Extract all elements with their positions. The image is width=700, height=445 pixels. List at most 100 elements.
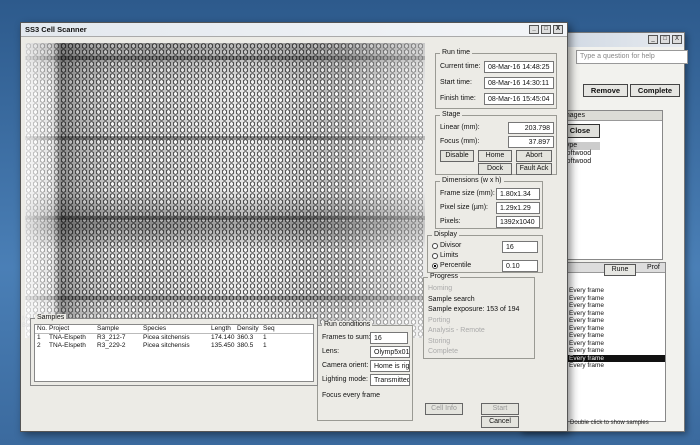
list-cell: Every frame (569, 354, 605, 362)
disable-button[interactable]: Disable (440, 150, 474, 162)
table-row[interactable]: 1 TNA-Elspeth R3_212-7 Picea sitchensis 174.… (35, 334, 313, 342)
group-title: Display (432, 231, 459, 238)
list-cell: Every frame (569, 317, 605, 324)
focus-field: 37.897 (508, 136, 554, 148)
radio-label: Divisor (440, 242, 462, 249)
table-cell: 360.3 (237, 334, 254, 341)
minimize-icon[interactable]: _ (529, 25, 539, 34)
scan-image[interactable] (25, 43, 425, 338)
group-title: Progress (428, 273, 461, 280)
list-cell: Every frame (569, 339, 605, 347)
window-title: SS3 Cell Scanner (25, 25, 87, 34)
fault-ack-button[interactable]: Fault Ack (516, 163, 552, 175)
rune-button[interactable]: Rune (604, 264, 636, 276)
close-icon[interactable]: X (672, 35, 682, 44)
column-header: Sample (97, 325, 120, 332)
progress-step: Complete (428, 348, 458, 355)
divisor-radio[interactable]: Divisor (432, 242, 461, 249)
progress-step: Sample search (428, 295, 475, 303)
dock-button[interactable]: Dock (478, 163, 512, 175)
table-header: No. Project Sample Species Length Density Seq (35, 325, 313, 334)
table-cell: 380.5 (237, 342, 254, 349)
display-group: Display Divisor 16 Limits Percentile 0.1… (427, 231, 543, 273)
samples-table[interactable]: No. Project Sample Species Length Density Seq … (34, 324, 314, 382)
radio-label: Percentile (440, 262, 472, 269)
camera-orient-field[interactable]: Home is right (370, 360, 410, 372)
pixels-field: 1392x1040 (496, 216, 540, 228)
lighting-mode-field[interactable]: Transmitted (370, 374, 410, 386)
run-conditions-group: Run conditions Frames to sum: 16 Lens: O… (317, 321, 413, 421)
group-title: Samples (35, 314, 67, 321)
progress-step: Homing (428, 285, 453, 292)
pixel-size-field: 1.29x1.29 (496, 202, 540, 214)
field-label: Frames to sum: (322, 334, 371, 341)
frames-header-col: Prof (647, 264, 660, 271)
table-cell: Picea sitchensis (143, 342, 190, 349)
frames-to-sum-field[interactable]: 16 (370, 332, 408, 344)
minimize-icon[interactable]: _ (648, 35, 658, 44)
table-cell: 1 (263, 342, 267, 349)
maximize-icon[interactable]: □ (541, 25, 551, 34)
list-cell: Every frame (569, 324, 605, 332)
help-search-input[interactable]: Type a question for help (576, 50, 688, 64)
run-time-group: Run time Current time: 08-Mar-16 14:48:2… (435, 49, 557, 109)
list-cell: Every frame (569, 347, 605, 354)
progress-step: Storing (428, 337, 451, 345)
list-cell: Every frame (569, 302, 605, 309)
maximize-icon[interactable]: □ (660, 35, 670, 44)
table-cell: 1 (37, 334, 41, 341)
table-cell: 2 (37, 342, 41, 349)
title-bar: SS3 Cell Scanner _ □ X (21, 23, 567, 37)
column-header: Species (143, 325, 167, 332)
list-cell: Every frame (569, 287, 605, 294)
field-label: Linear (mm): (440, 124, 480, 131)
side-text-line: M (22, 316, 27, 322)
table-cell: 1 (263, 334, 267, 341)
table-row[interactable]: 2 TNA-Elspeth R3_229-2 Picea sitchensis 135.… (35, 342, 313, 350)
table-cell: TNA-Elspeth (49, 334, 86, 341)
field-label: Start time: (440, 79, 472, 86)
field-label: Current time: (440, 63, 481, 70)
focus-mode-text: Focus every frame (322, 392, 380, 399)
percentile-radio[interactable]: Percentile (432, 262, 471, 269)
hint-text: Double click to show samples (570, 420, 649, 426)
column-header: Seq (263, 325, 275, 332)
field-label: Finish time: (440, 95, 476, 102)
divisor-field[interactable]: 16 (502, 241, 538, 253)
list-cell: Every frame (569, 309, 605, 317)
linear-field: 203.798 (508, 122, 554, 134)
progress-step: Porting (428, 316, 451, 324)
table-cell: TNA-Elspeth (49, 342, 86, 349)
column-header: No. (37, 325, 48, 332)
stage-group: Stage Linear (mm): 203.798 Focus (mm): 3… (435, 111, 557, 175)
limits-radio[interactable]: Limits (432, 252, 458, 259)
field-label: Frame size (mm): (440, 190, 495, 197)
field-label: Pixel size (µm): (440, 204, 488, 211)
list-cell: Every frame (569, 294, 605, 302)
start-button[interactable]: Start (481, 403, 519, 415)
cancel-button[interactable]: Cancel (481, 416, 519, 428)
remove-button[interactable]: Remove (583, 84, 628, 97)
radio-label: Limits (440, 252, 459, 259)
percentile-field[interactable]: 0.10 (502, 260, 538, 272)
table-cell: Picea sitchensis (143, 334, 190, 341)
group-title: Dimensions (w x h) (440, 177, 504, 184)
close-icon[interactable]: X (553, 25, 563, 34)
abort-button[interactable]: Abort (516, 150, 552, 162)
column-header: Length (211, 325, 231, 332)
lens-field[interactable]: Olymp5x015 (370, 346, 410, 358)
complete-button[interactable]: Complete (630, 84, 680, 97)
table-cell: 174.140 (211, 334, 235, 341)
field-label: Lens: (322, 348, 340, 355)
cell-info-button[interactable]: Cell Info (425, 403, 463, 415)
field-label: Focus (mm): (440, 138, 480, 145)
progress-group: Progress Homing Sample search Sample expos… (423, 273, 535, 359)
images-header: Images (559, 111, 662, 121)
progress-step: Sample exposure: 153 of 194 (428, 306, 520, 313)
group-title: Run conditions (322, 321, 373, 328)
field-label: Pixels: (440, 218, 461, 225)
dimensions-group: Dimensions (w x h) Frame size (mm): 1.80… (435, 177, 543, 229)
field-label: Camera orient: (322, 362, 369, 369)
finish-time-field: 08-Mar-16 15:45:04 (484, 93, 554, 105)
home-button[interactable]: Home (478, 150, 512, 162)
